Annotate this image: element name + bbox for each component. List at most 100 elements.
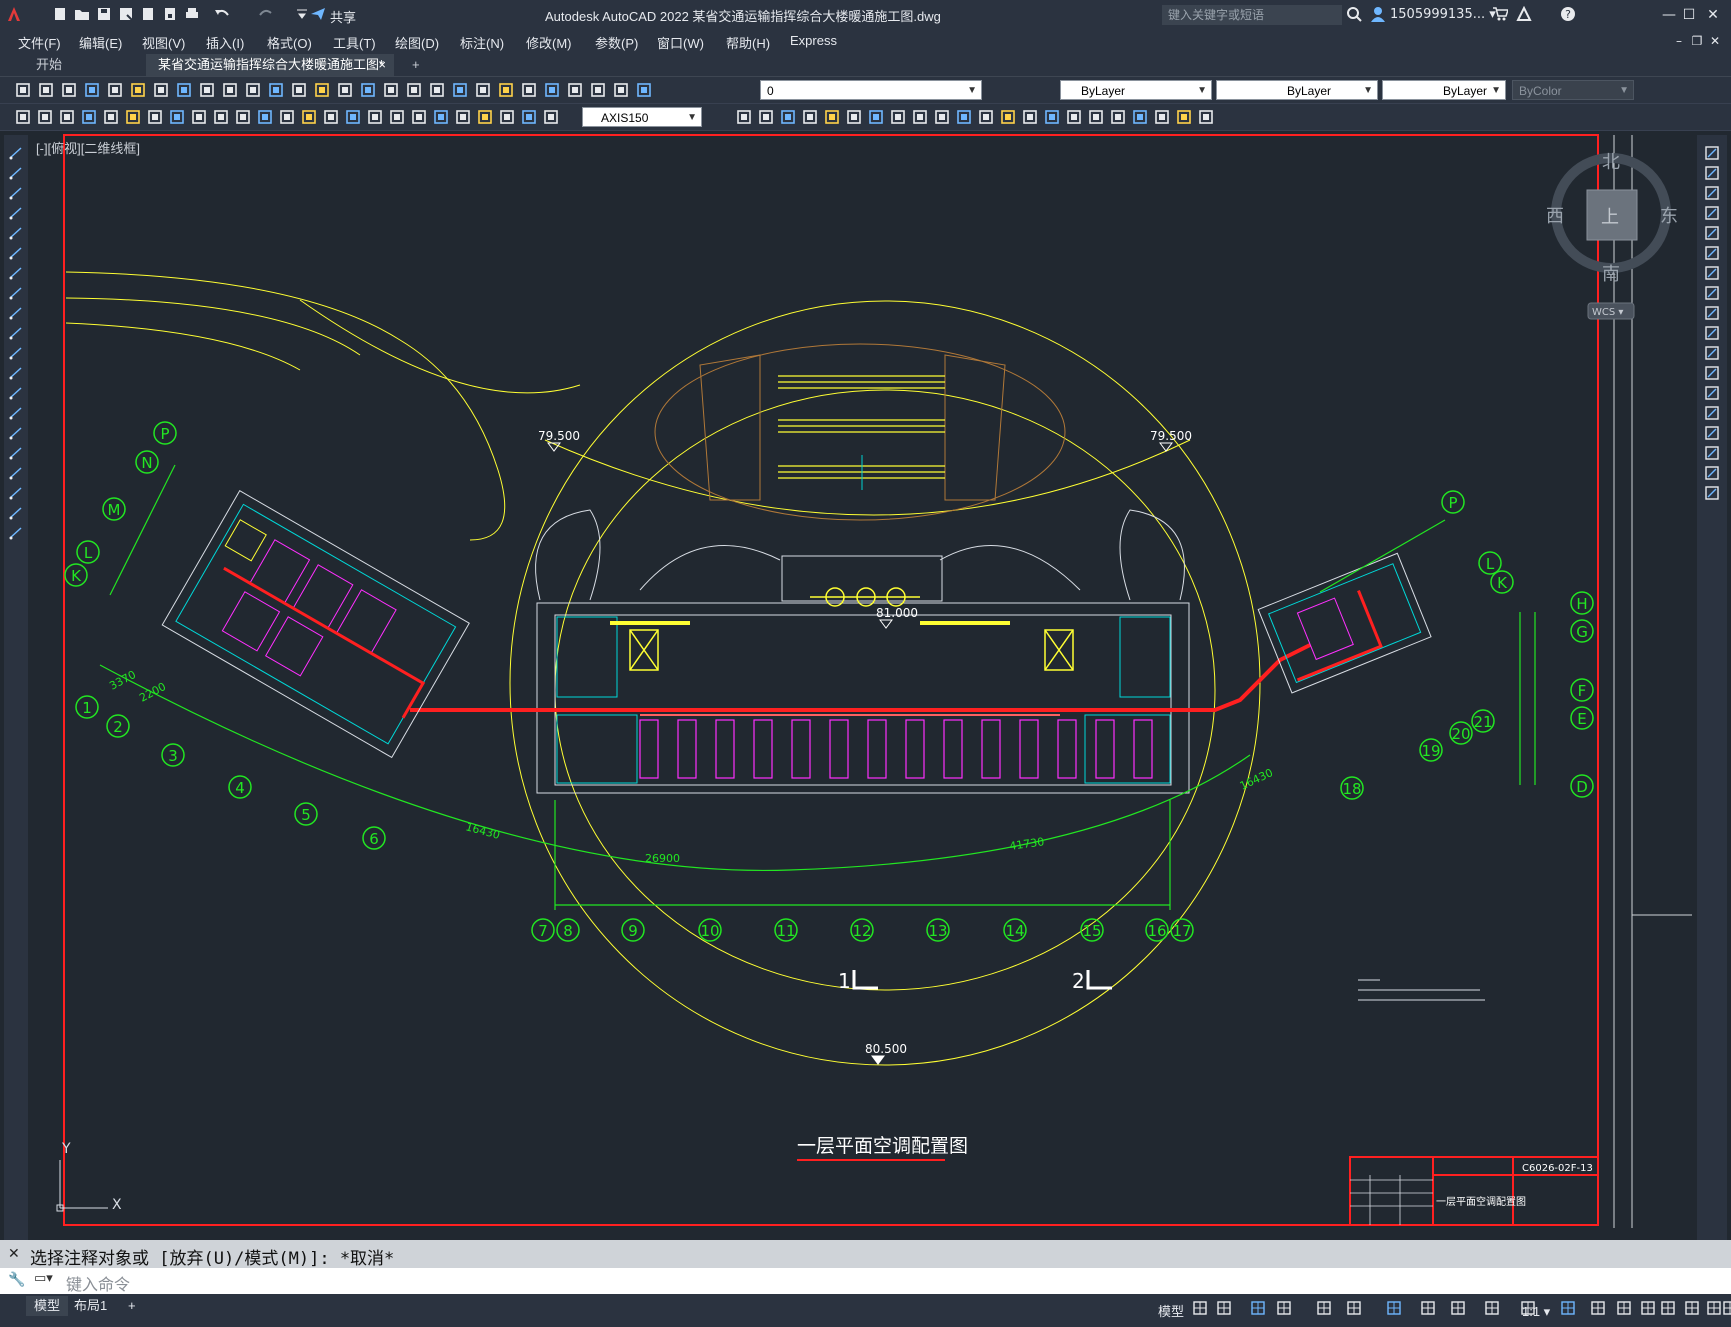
user-name[interactable]: 1505999135... ▾ <box>1390 7 1496 22</box>
arc-icon[interactable] <box>8 245 24 261</box>
open-file-icon[interactable] <box>74 6 90 22</box>
table-icon[interactable] <box>8 485 24 501</box>
help-icon[interactable] <box>474 81 492 99</box>
design-center-icon[interactable] <box>359 81 377 99</box>
user-icon[interactable] <box>1370 6 1386 22</box>
move-icon[interactable] <box>1704 245 1720 261</box>
arc-dim-icon[interactable] <box>498 108 516 126</box>
aligned-dim-icon[interactable] <box>36 108 54 126</box>
linear-dim-icon[interactable] <box>1065 108 1083 126</box>
wrench-icon[interactable]: 🔧 <box>8 1272 25 1288</box>
isodraft-icon[interactable] <box>1316 1300 1332 1316</box>
zoom-icon[interactable] <box>313 81 331 99</box>
linetype-dropdown[interactable]: ByLayer ▼ <box>1216 80 1378 100</box>
auto-scale-icon[interactable] <box>1560 1300 1576 1316</box>
menu-parametric[interactable]: 参数(P) <box>595 33 638 52</box>
cut-icon[interactable] <box>152 81 170 99</box>
extend-icon[interactable] <box>1704 345 1720 361</box>
inspect-icon[interactable] <box>344 108 362 126</box>
plot-icon[interactable] <box>612 81 630 99</box>
layer-dropdown[interactable]: 0 ▼ <box>760 80 982 100</box>
explode-icon[interactable] <box>1704 485 1720 501</box>
jogged-dim-icon[interactable] <box>124 108 142 126</box>
menu-express[interactable]: Express <box>790 33 837 48</box>
quick-dim-icon[interactable] <box>190 108 208 126</box>
construction-line-icon[interactable] <box>8 165 24 181</box>
markup-icon[interactable] <box>428 81 446 99</box>
maximize-icon[interactable]: ☐ <box>1680 6 1698 24</box>
break-dim-icon[interactable] <box>278 108 296 126</box>
ortho-icon[interactable] <box>1250 1300 1266 1316</box>
dimstyle-dropdown[interactable]: AXIS150 ▼ <box>582 107 702 127</box>
menu-modify[interactable]: 修改(M) <box>526 33 572 52</box>
tab-active-document[interactable]: 某省交通运输指挥综合大楼暖通施工图* × <box>146 54 394 76</box>
undo-icon[interactable] <box>214 6 230 22</box>
search-input[interactable]: 键入关键字或短语 <box>1162 5 1342 25</box>
menu-insert[interactable]: 插入(I) <box>206 33 244 52</box>
preview-icon[interactable] <box>635 81 653 99</box>
angular-dim-icon[interactable] <box>779 108 797 126</box>
inspect-icon[interactable] <box>955 108 973 126</box>
close-icon[interactable]: ✕ <box>8 1246 20 1262</box>
autocad-logo-icon[interactable] <box>6 6 22 22</box>
baseline-dim-icon[interactable] <box>212 108 230 126</box>
snap-icon[interactable] <box>1216 1300 1232 1316</box>
tab-model[interactable]: 模型 <box>26 1296 69 1316</box>
undo-icon[interactable] <box>244 81 262 99</box>
cart-icon[interactable] <box>1492 6 1510 22</box>
radius-dim-icon[interactable] <box>102 108 120 126</box>
minimize-icon[interactable]: — <box>1660 6 1678 24</box>
update-dim-icon[interactable] <box>432 108 450 126</box>
save-icon[interactable] <box>60 81 78 99</box>
blend-icon[interactable] <box>1704 465 1720 481</box>
selection-cycling-icon[interactable] <box>1484 1300 1500 1316</box>
tab-start[interactable]: 开始 <box>24 54 144 76</box>
command-prompt-icon[interactable]: ▭▾ <box>34 1271 53 1286</box>
save-icon[interactable] <box>96 6 112 22</box>
aligned-dim-icon[interactable] <box>476 108 494 126</box>
layer-icon[interactable] <box>497 81 515 99</box>
customize-qat-icon[interactable] <box>294 6 310 22</box>
copy-icon[interactable] <box>1704 165 1720 181</box>
annotation-visibility-icon[interactable] <box>1520 1300 1536 1316</box>
share-icon[interactable] <box>310 6 326 22</box>
save-as-icon[interactable] <box>118 6 134 22</box>
linear-dim-icon[interactable] <box>454 108 472 126</box>
menu-help[interactable]: 帮助(H) <box>726 33 770 52</box>
edit-dim-icon[interactable] <box>388 108 406 126</box>
diameter-dim-icon[interactable] <box>757 108 775 126</box>
tab-close-icon[interactable]: × <box>378 54 386 76</box>
menu-format[interactable]: 格式(O) <box>267 33 312 52</box>
paste-icon[interactable] <box>198 81 216 99</box>
save-icon[interactable] <box>589 81 607 99</box>
annotation-monitor-icon[interactable] <box>1616 1300 1632 1316</box>
transparency-icon[interactable] <box>1450 1300 1466 1316</box>
arc-dim-icon[interactable] <box>1109 108 1127 126</box>
center-mark-icon[interactable] <box>933 108 951 126</box>
close-icon[interactable]: ✕ <box>1704 6 1722 24</box>
arc-dim-icon[interactable] <box>58 108 76 126</box>
quick-properties-icon[interactable] <box>1660 1300 1676 1316</box>
circle-icon[interactable] <box>8 265 24 281</box>
properties-icon[interactable] <box>336 81 354 99</box>
space-dim-icon[interactable] <box>256 108 274 126</box>
add-selected-icon[interactable] <box>8 525 24 541</box>
menu-window[interactable]: 窗口(W) <box>657 33 704 52</box>
open-icon[interactable] <box>37 81 55 99</box>
viewport-controls-label[interactable]: [-][俯视][二维线框] <box>36 138 140 157</box>
search-icon[interactable] <box>1346 6 1362 22</box>
rotate-icon[interactable] <box>1704 265 1720 281</box>
sheet-set-icon[interactable] <box>405 81 423 99</box>
trim-icon[interactable] <box>1704 325 1720 341</box>
grid-icon[interactable] <box>1192 1300 1208 1316</box>
share-label[interactable]: 共享 <box>330 7 356 26</box>
polyline-icon[interactable] <box>8 185 24 201</box>
join-icon[interactable] <box>1704 405 1720 421</box>
lineweight-icon[interactable] <box>1420 1300 1436 1316</box>
radius-dim-icon[interactable] <box>542 108 560 126</box>
continue-dim-icon[interactable] <box>845 108 863 126</box>
doc-close-icon[interactable]: ✕ <box>1706 32 1724 50</box>
break-point-icon[interactable] <box>1704 365 1720 381</box>
fillet-icon[interactable] <box>1704 445 1720 461</box>
offset-icon[interactable] <box>1704 205 1720 221</box>
